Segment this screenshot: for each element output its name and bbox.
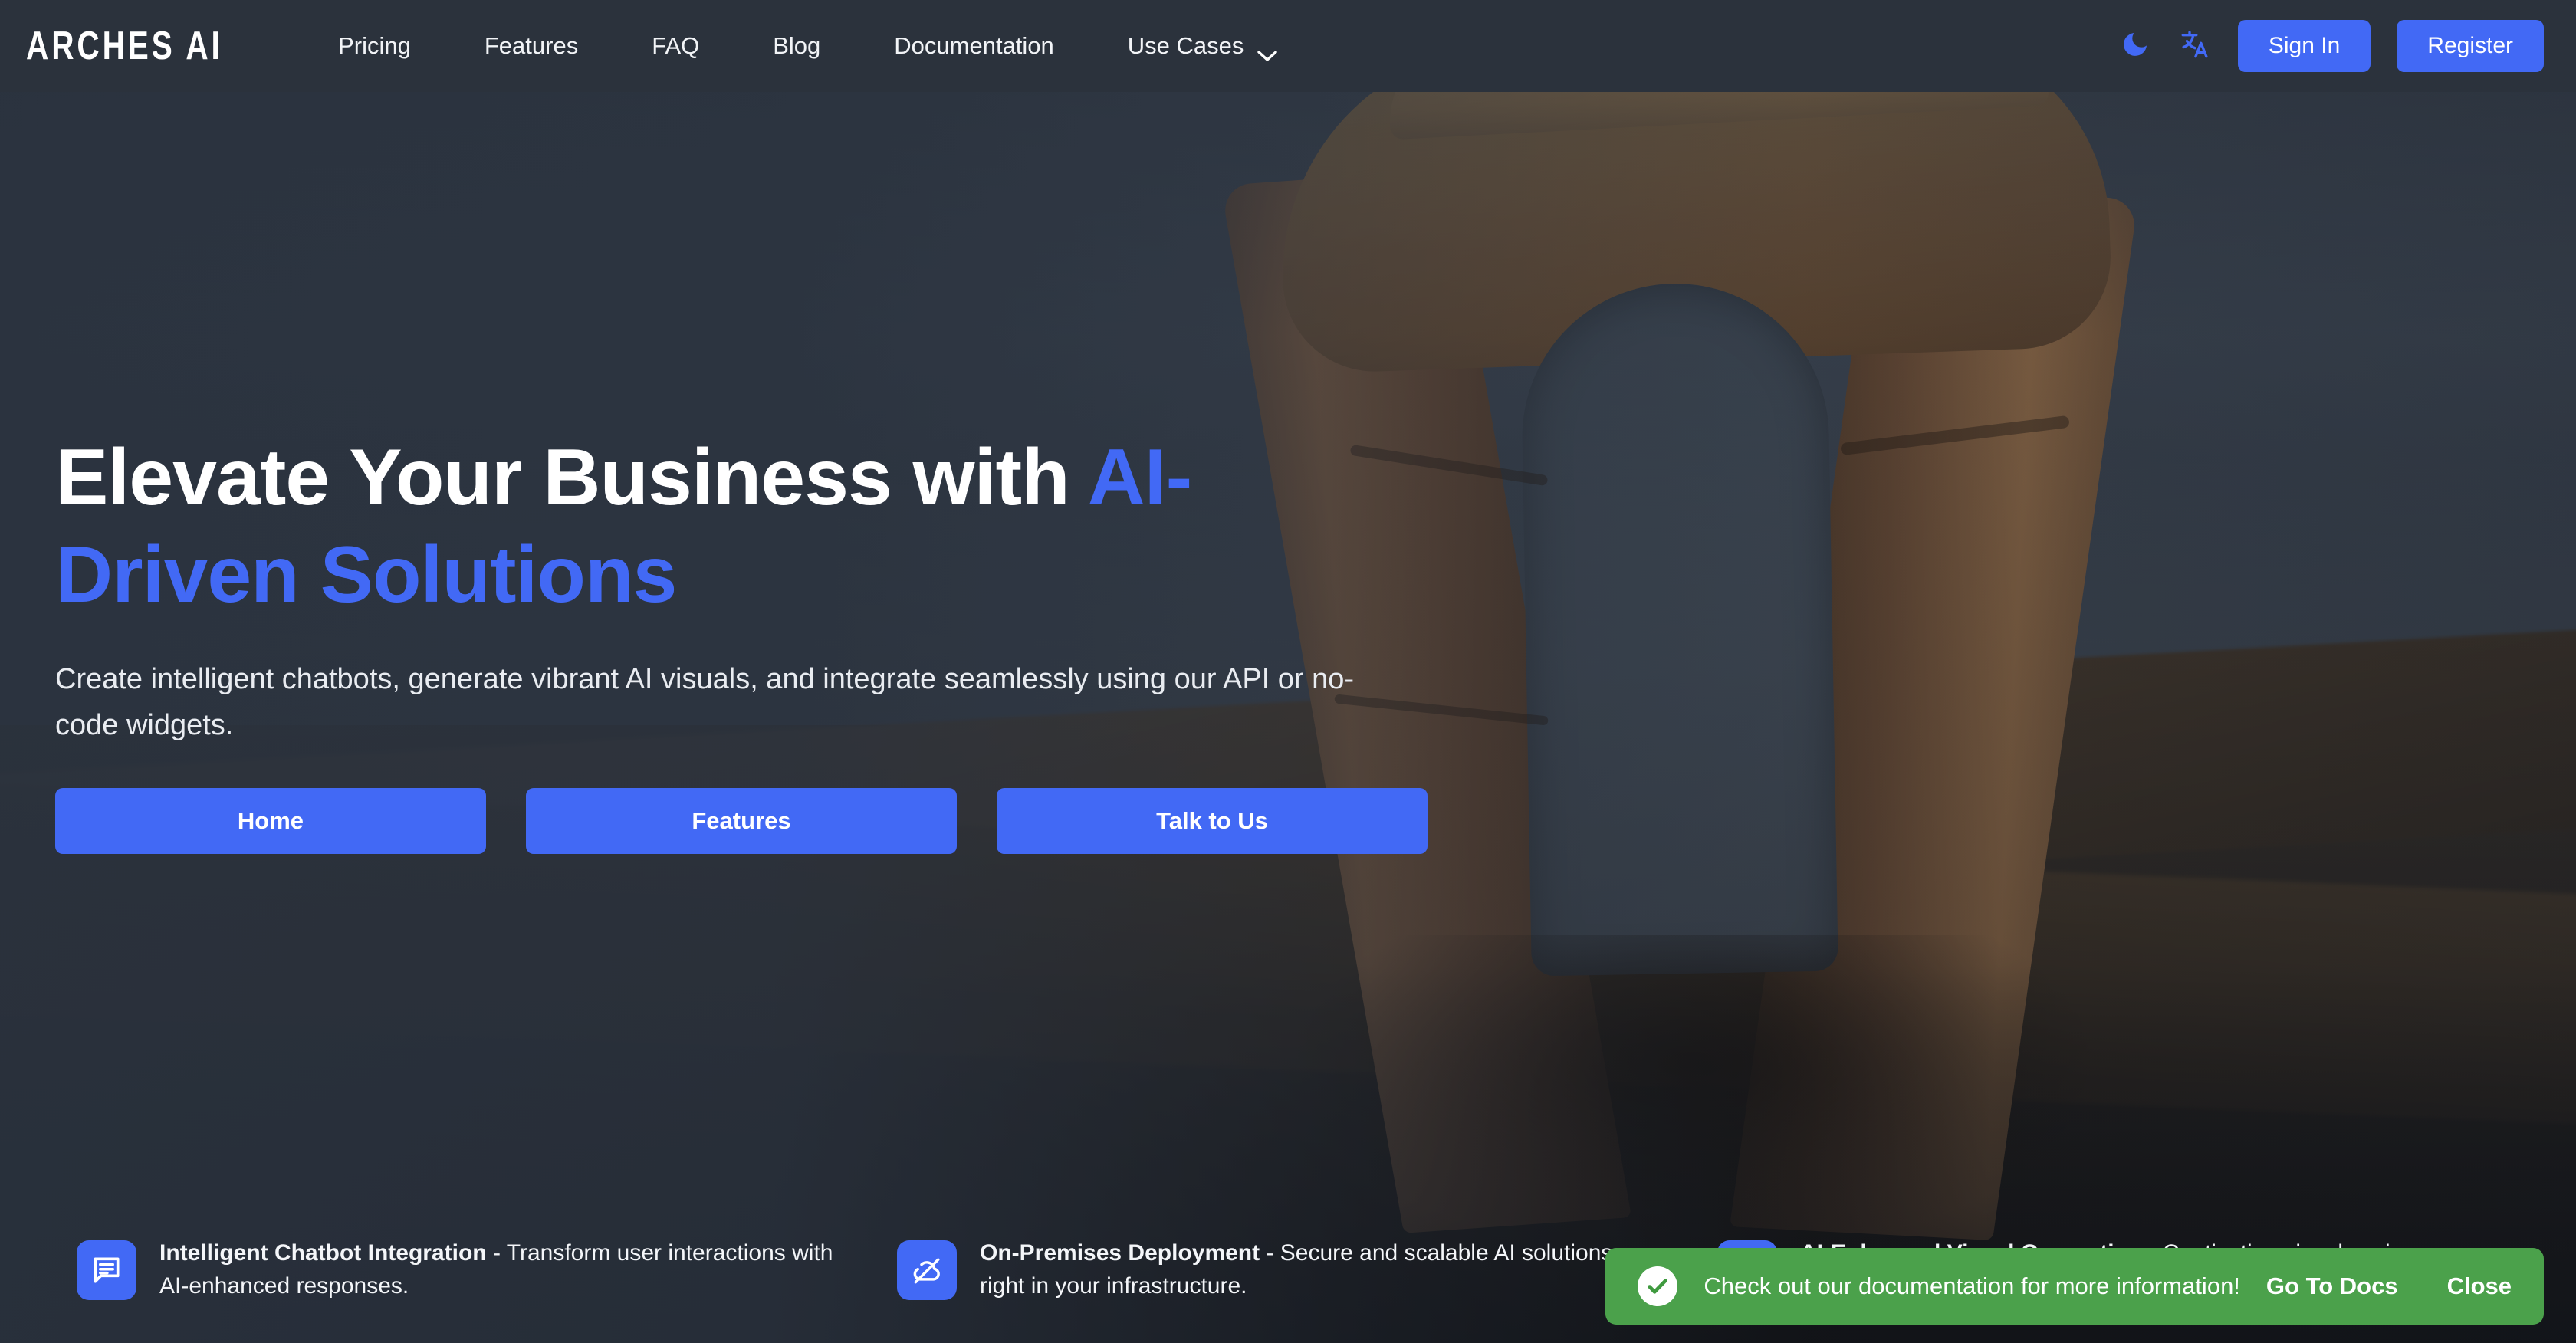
nav-link-pricing[interactable]: Pricing bbox=[301, 32, 448, 60]
close-toast-button[interactable]: Close bbox=[2447, 1272, 2512, 1300]
feature-title: Intelligent Chatbot Integration bbox=[159, 1240, 487, 1266]
nav-link-label: Blog bbox=[773, 32, 821, 59]
nav-link-documentation[interactable]: Documentation bbox=[857, 32, 1091, 60]
nav-links: Pricing Features FAQ Blog Documentation … bbox=[301, 32, 1315, 61]
feature-text: On-Premises Deployment - Secure and scal… bbox=[980, 1237, 1654, 1302]
documentation-toast: Check out our documentation for more inf… bbox=[1605, 1248, 2544, 1325]
register-button[interactable]: Register bbox=[2397, 20, 2544, 72]
feature-title: On-Premises Deployment bbox=[980, 1240, 1260, 1266]
hero-cta-group: Home Features Talk to Us bbox=[55, 787, 1428, 854]
brand-logo[interactable]: ARCHES AI bbox=[26, 23, 223, 69]
nav-link-label: Pricing bbox=[338, 32, 411, 59]
hero-button-home[interactable]: Home bbox=[55, 787, 486, 854]
page-title: Elevate Your Business with AI-Driven Sol… bbox=[55, 429, 1428, 624]
nav-link-label: Use Cases bbox=[1127, 32, 1244, 59]
check-circle-icon bbox=[1638, 1266, 1678, 1306]
translate-icon bbox=[2179, 28, 2211, 64]
hero-button-features[interactable]: Features bbox=[526, 787, 957, 854]
hero-button-talk-to-us[interactable]: Talk to Us bbox=[997, 787, 1428, 854]
feature-text: Intelligent Chatbot Integration - Transf… bbox=[159, 1237, 834, 1302]
nav-link-use-cases[interactable]: Use Cases bbox=[1091, 32, 1315, 61]
feature-separator: - bbox=[486, 1240, 507, 1266]
hero-subtitle: Create intelligent chatbots, generate vi… bbox=[55, 662, 1355, 741]
nav-link-label: FAQ bbox=[652, 32, 700, 59]
dark-mode-toggle[interactable] bbox=[2118, 29, 2152, 63]
chat-bubble-icon bbox=[77, 1240, 136, 1300]
nav-link-faq[interactable]: FAQ bbox=[615, 32, 736, 60]
navbar: ARCHES AI Pricing Features FAQ Blog Docu… bbox=[0, 0, 2576, 92]
toast-message: Check out our documentation for more inf… bbox=[1704, 1272, 2240, 1299]
navbar-actions: Sign In Register bbox=[2118, 20, 2544, 72]
nav-link-blog[interactable]: Blog bbox=[736, 32, 857, 60]
hero-content: Elevate Your Business with AI-Driven Sol… bbox=[55, 429, 1428, 854]
feature-separator: - bbox=[1260, 1240, 1280, 1266]
nav-link-features[interactable]: Features bbox=[448, 32, 615, 60]
sign-in-button[interactable]: Sign In bbox=[2237, 20, 2371, 72]
feature-item-on-premises: On-Premises Deployment - Secure and scal… bbox=[897, 1237, 1717, 1302]
nav-link-label: Features bbox=[484, 32, 579, 59]
chevron-down-icon bbox=[1257, 41, 1278, 61]
landing-page: ARCHES AI Pricing Features FAQ Blog Docu… bbox=[0, 0, 2576, 1343]
cloud-off-icon bbox=[897, 1240, 957, 1300]
hero-title-plain: Elevate Your Business with bbox=[55, 433, 1088, 522]
moon-icon bbox=[2120, 29, 2150, 64]
language-selector[interactable] bbox=[2178, 29, 2212, 63]
go-to-docs-button[interactable]: Go To Docs bbox=[2266, 1272, 2398, 1300]
feature-item-chatbot: Intelligent Chatbot Integration - Transf… bbox=[77, 1237, 897, 1302]
nav-link-label: Documentation bbox=[894, 32, 1054, 59]
